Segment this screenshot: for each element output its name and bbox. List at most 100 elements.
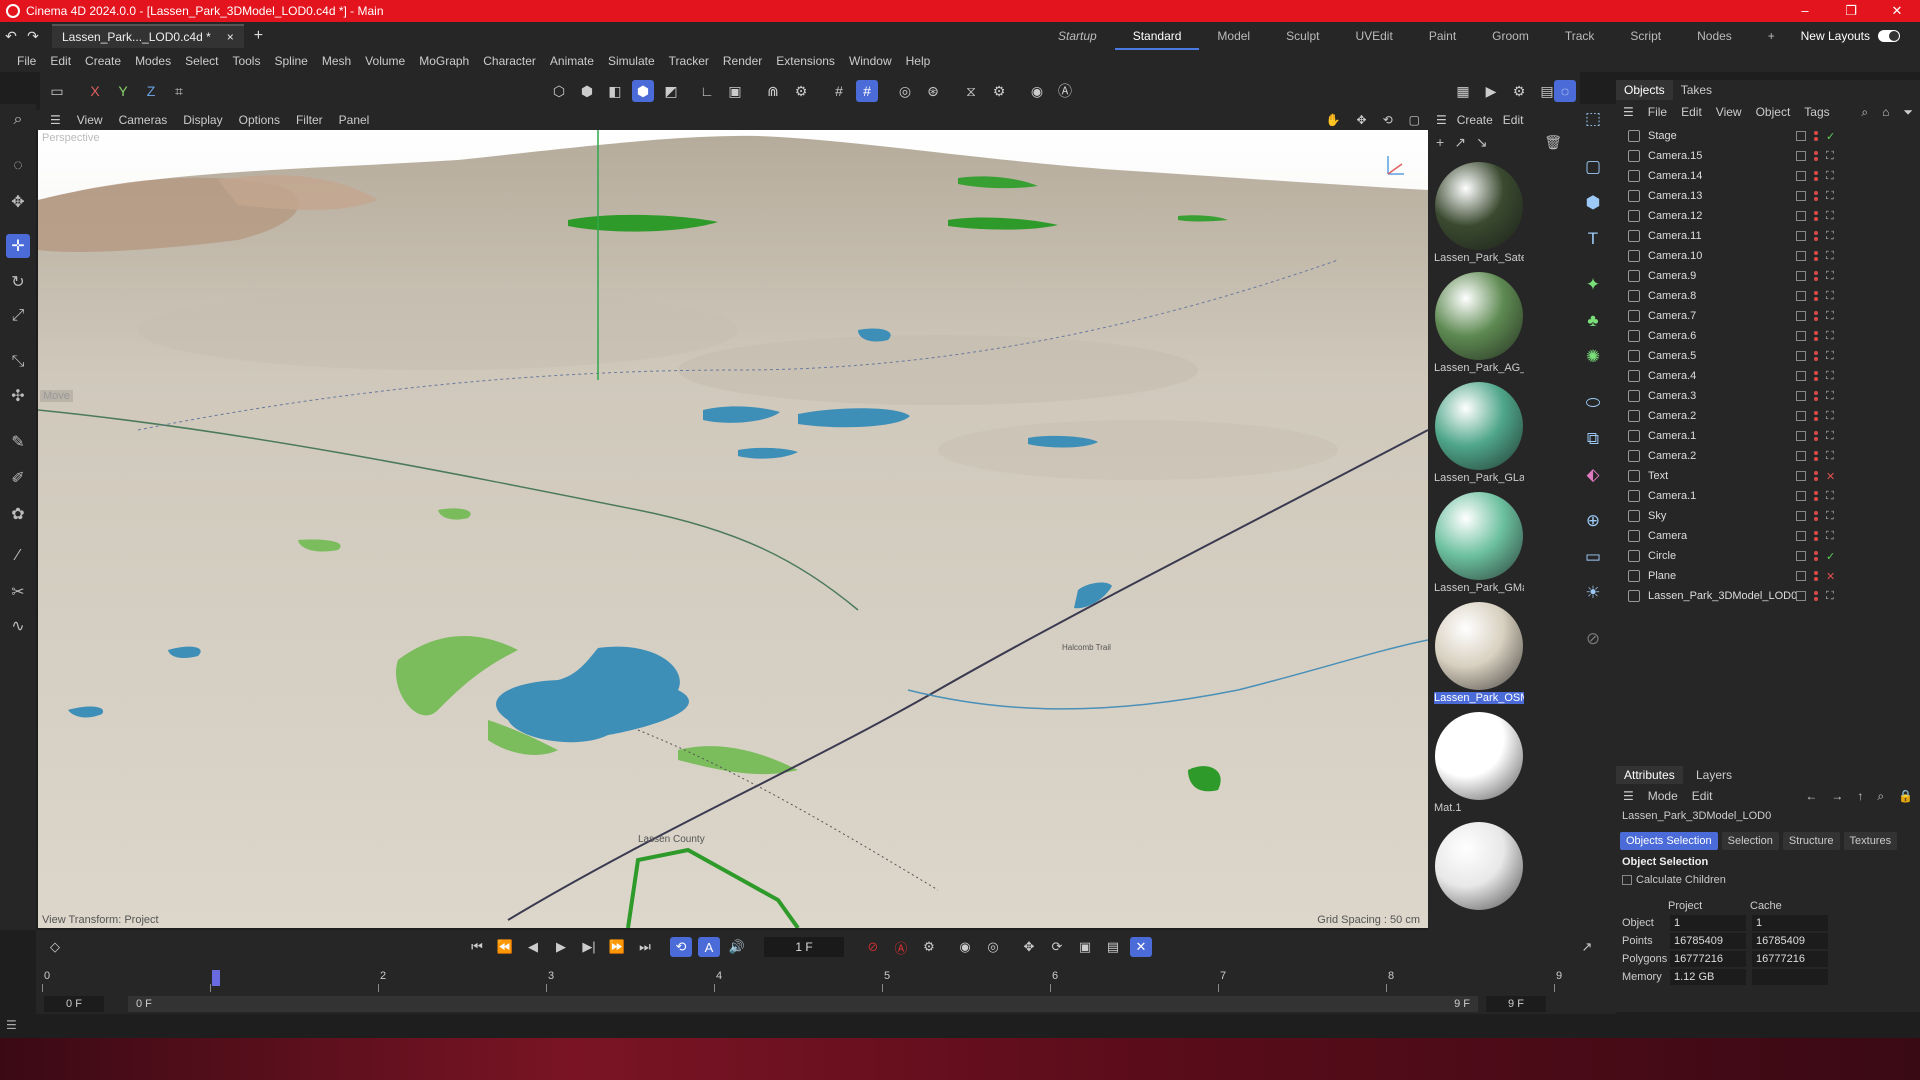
- tab-attributes[interactable]: Attributes: [1616, 766, 1683, 784]
- redshift-icon[interactable]: ◌: [1554, 80, 1576, 102]
- scale-tool-icon[interactable]: ⤢: [6, 304, 30, 328]
- objects-selection-tab[interactable]: Objects Selection: [1620, 832, 1718, 850]
- object-status-icon[interactable]: ⛶: [1826, 310, 1834, 323]
- viewport-menu-hamburger-icon[interactable]: ☰: [42, 113, 69, 127]
- key-pla-icon[interactable]: ▣: [1074, 937, 1096, 957]
- snap-settings-icon[interactable]: ⚙: [790, 80, 812, 102]
- menu-modes[interactable]: Modes: [128, 54, 178, 68]
- object-row[interactable]: Camera.10 ⛶: [1616, 246, 1920, 266]
- forward-arrow-icon[interactable]: →: [1824, 789, 1850, 803]
- menu-extensions[interactable]: Extensions: [769, 54, 842, 68]
- object-status-icon[interactable]: ⛶: [1826, 590, 1834, 603]
- new-layouts[interactable]: New Layouts: [1801, 22, 1900, 50]
- rotate-view-icon[interactable]: ⟲: [1375, 113, 1401, 127]
- render-view-icon[interactable]: ▦: [1452, 80, 1474, 102]
- attributes-search-icon[interactable]: ⌕: [1870, 789, 1891, 804]
- visibility-dots-icon[interactable]: [1814, 511, 1818, 521]
- cube-object-icon[interactable]: ⬢: [1580, 190, 1606, 216]
- objects-menu-hamburger-icon[interactable]: ☰: [1616, 105, 1641, 119]
- visibility-dots-icon[interactable]: [1814, 431, 1818, 441]
- menu-render[interactable]: Render: [716, 54, 769, 68]
- visibility-dots-icon[interactable]: [1814, 351, 1818, 361]
- pan-view-icon[interactable]: ✋: [1318, 113, 1349, 127]
- 3d-viewport[interactable]: Lassen County Halcomb Trail Perspective …: [38, 130, 1428, 928]
- visibility-dots-icon[interactable]: [1814, 151, 1818, 161]
- layout-tab-track[interactable]: Track: [1547, 29, 1613, 43]
- structure-tab[interactable]: Structure: [1782, 832, 1840, 850]
- object-status-icon[interactable]: ⛶: [1826, 450, 1834, 463]
- objects-menu-tags[interactable]: Tags: [1797, 105, 1836, 119]
- brush-tool-icon[interactable]: ⁄: [6, 544, 30, 568]
- object-status-icon[interactable]: ⛶: [1826, 510, 1834, 523]
- previous-key-icon[interactable]: ⏪: [494, 937, 516, 957]
- range-slider[interactable]: 0 F 9 F: [128, 996, 1478, 1012]
- visibility-dots-icon[interactable]: [1814, 451, 1818, 461]
- visibility-dots-icon[interactable]: [1814, 571, 1818, 581]
- object-enable-checkbox[interactable]: [1796, 531, 1806, 541]
- visibility-dots-icon[interactable]: [1814, 591, 1818, 601]
- deformer-icon[interactable]: ✺: [1580, 344, 1606, 370]
- menu-character[interactable]: Character: [476, 54, 543, 68]
- menu-mesh[interactable]: Mesh: [315, 54, 358, 68]
- points-mode-icon[interactable]: ⬡: [548, 80, 570, 102]
- spline-object-icon[interactable]: ▢: [1580, 154, 1606, 180]
- visibility-dots-icon[interactable]: [1814, 391, 1818, 401]
- motion-mode-icon[interactable]: ✕: [1130, 937, 1152, 957]
- menu-help[interactable]: Help: [899, 54, 938, 68]
- object-row[interactable]: Camera.13 ⛶: [1616, 186, 1920, 206]
- undo-icon[interactable]: ↶: [0, 28, 22, 45]
- preview-range-icon[interactable]: A: [698, 937, 720, 957]
- field-icon[interactable]: ⬭: [1580, 390, 1606, 416]
- object-enable-checkbox[interactable]: [1796, 511, 1806, 521]
- visibility-dots-icon[interactable]: [1814, 551, 1818, 561]
- object-row[interactable]: Text ✕: [1616, 466, 1920, 486]
- close-tab-icon[interactable]: ×: [227, 30, 234, 44]
- object-row[interactable]: Camera.14 ⛶: [1616, 166, 1920, 186]
- object-row[interactable]: Camera.11 ⛶: [1616, 226, 1920, 246]
- new-layouts-toggle[interactable]: [1878, 30, 1900, 42]
- menu-animate[interactable]: Animate: [543, 54, 601, 68]
- texture-mode-icon[interactable]: ▣: [724, 80, 746, 102]
- material-swatch[interactable]: Lassen_Park_GLan: [1434, 382, 1524, 484]
- viewport-menu-view[interactable]: View: [69, 113, 111, 127]
- visibility-dots-icon[interactable]: [1814, 211, 1818, 221]
- select-object-icon[interactable]: ⬚: [1580, 106, 1606, 132]
- move-tool-icon[interactable]: ✛: [6, 234, 30, 258]
- object-enable-checkbox[interactable]: [1796, 311, 1806, 321]
- coordinate-system-icon[interactable]: ⌗: [168, 80, 190, 102]
- object-row[interactable]: Camera.5 ⛶: [1616, 346, 1920, 366]
- viewport-menu-display[interactable]: Display: [175, 113, 230, 127]
- axis-mode-icon[interactable]: ∟: [696, 80, 718, 102]
- playhead[interactable]: [212, 970, 220, 986]
- key-param-icon[interactable]: ⟳: [1046, 937, 1068, 957]
- object-status-icon[interactable]: ✓: [1826, 550, 1835, 563]
- object-enable-checkbox[interactable]: [1796, 351, 1806, 361]
- objects-filter-icon[interactable]: ⏷: [1896, 105, 1920, 120]
- visibility-dots-icon[interactable]: [1814, 231, 1818, 241]
- transform-tool-icon[interactable]: ⤡: [6, 350, 30, 374]
- object-enable-checkbox[interactable]: [1796, 131, 1806, 141]
- object-row[interactable]: Circle ✓: [1616, 546, 1920, 566]
- z-axis-lock-button[interactable]: Z: [140, 80, 162, 102]
- viewport-menu-options[interactable]: Options: [231, 113, 288, 127]
- object-row[interactable]: Camera ⛶: [1616, 526, 1920, 546]
- material-link-icon[interactable]: ↗: [1454, 134, 1466, 158]
- selection-tab[interactable]: Selection: [1721, 832, 1779, 850]
- object-status-icon[interactable]: ⛶: [1826, 170, 1834, 183]
- object-enable-checkbox[interactable]: [1796, 331, 1806, 341]
- layout-tab-uvedit[interactable]: UVEdit: [1337, 29, 1410, 43]
- end-frame-field[interactable]: 9 F: [1486, 996, 1546, 1012]
- menu-edit[interactable]: Edit: [43, 54, 78, 68]
- sculpt-tools-icon[interactable]: ✿: [6, 502, 30, 526]
- back-arrow-icon[interactable]: ←: [1798, 789, 1824, 803]
- object-enable-checkbox[interactable]: [1796, 491, 1806, 501]
- minimize-button[interactable]: –: [1782, 0, 1828, 22]
- redo-icon[interactable]: ↷: [22, 28, 44, 45]
- layout-tab-standard[interactable]: Standard: [1114, 22, 1200, 50]
- attributes-menu-hamburger-icon[interactable]: ☰: [1616, 789, 1641, 803]
- move-view-icon[interactable]: ✥: [1349, 113, 1375, 127]
- visibility-dots-icon[interactable]: [1814, 371, 1818, 381]
- layout-tab-startup[interactable]: Startup: [1040, 29, 1115, 43]
- polygons-mode-icon[interactable]: ◧: [604, 80, 626, 102]
- objects-search-icon[interactable]: ⌕: [1854, 105, 1875, 120]
